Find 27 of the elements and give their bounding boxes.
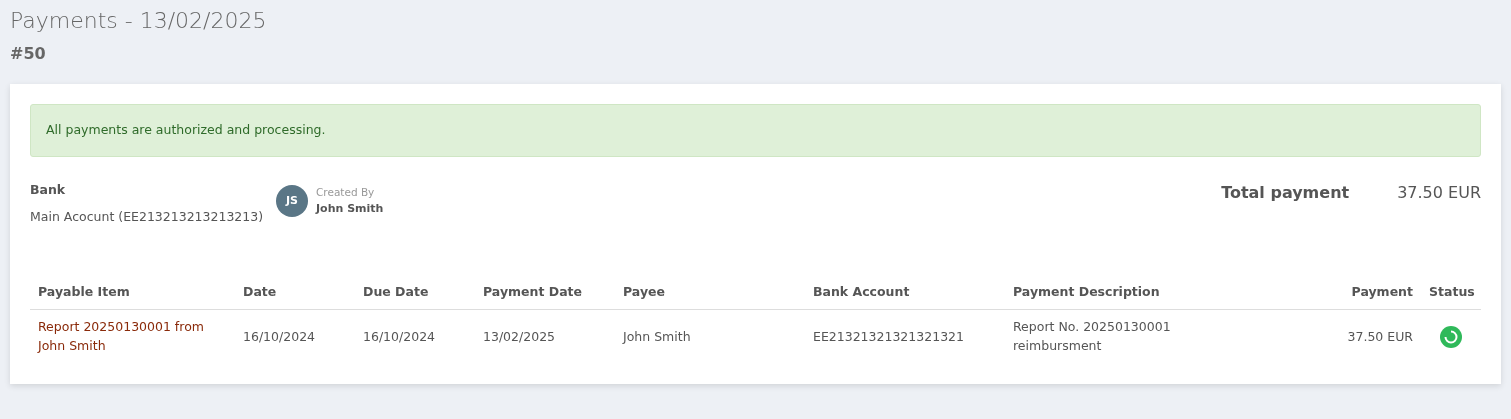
table-cell: 16/10/2024: [363, 328, 436, 344]
table-cell: 37.50 EUR: [1347, 328, 1413, 344]
column-header: Payment: [1351, 283, 1413, 299]
column-header: Due Date: [363, 283, 429, 299]
total-label: Total payment: [1221, 182, 1350, 205]
created-by-name: John Smith: [316, 200, 384, 217]
payable-item-link[interactable]: Report 20250130001 from John Smith: [38, 318, 227, 356]
column-header: Payment Description: [1013, 283, 1160, 299]
bank-value: Main Acocunt (EE213213213213213): [30, 207, 265, 226]
column-header: Bank Account: [813, 283, 910, 299]
total-value: 37.50 EUR: [1397, 182, 1481, 205]
page-title: Payments - 13/02/2025: [10, 8, 268, 35]
table-cell: Report No. 20250130001 reimbursment: [1013, 319, 1171, 354]
column-header: Date: [243, 283, 277, 299]
created-by-label: Created By: [316, 185, 376, 201]
column-header: Payable Item: [38, 283, 130, 299]
page-subtitle: #50: [10, 43, 47, 66]
bank-label: Bank: [30, 181, 67, 200]
column-header: Status: [1429, 283, 1475, 299]
table-cell: 13/02/2025: [483, 328, 556, 344]
avatar: JS: [276, 185, 308, 218]
column-header: Payee: [623, 283, 665, 299]
column-header: Payment Date: [483, 283, 583, 299]
table-cell: 16/10/2024: [243, 328, 316, 344]
table-cell: John Smith: [623, 328, 691, 344]
table-cell: EE21321321321321321: [813, 328, 964, 344]
success-alert: All payments are authorized and processing.: [30, 104, 1481, 158]
